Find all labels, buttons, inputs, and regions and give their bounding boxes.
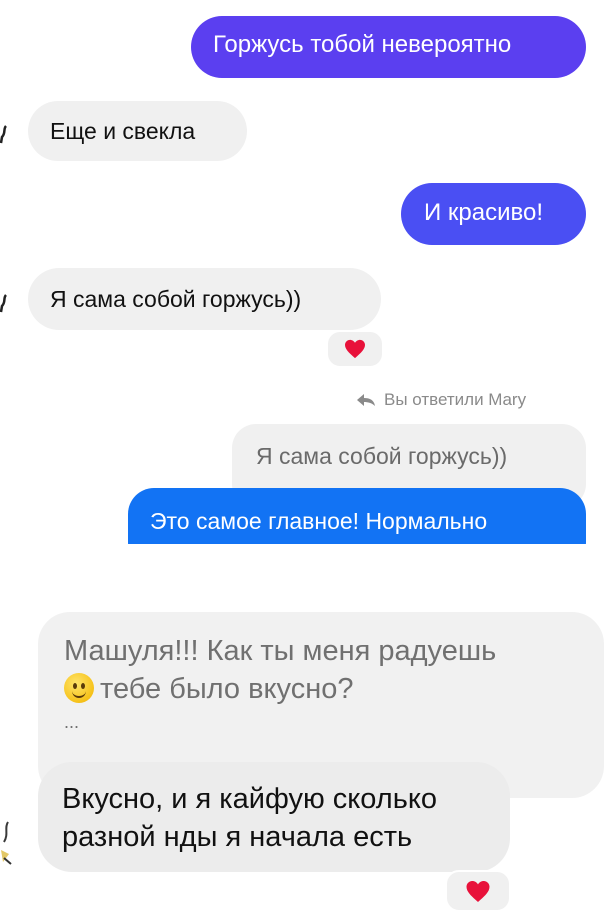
smiling-face-icon (64, 673, 94, 703)
message-text-2: разной нды я начала есть (62, 821, 413, 853)
quoted-ellipsis: ... (64, 712, 80, 732)
message-outgoing-reply[interactable]: Это самое главное! Нормально (128, 488, 586, 544)
heart-icon (466, 880, 490, 902)
heart-reaction[interactable] (445, 870, 511, 912)
reply-bubble-clip: Это самое главное! Нормально (0, 0, 616, 544)
quoted-line-2: тебе было вкусно? (64, 670, 604, 708)
avatar (0, 818, 12, 868)
message-incoming[interactable]: Вкусно, и я кайфую сколько разной нды я … (38, 762, 510, 872)
message-text: Вкусно, и я кайфую сколько (62, 783, 437, 815)
quoted-line: Машуля!!! Как ты меня радуешь (64, 635, 497, 667)
quoted-text: тебе было вкусно? (100, 673, 354, 705)
message-text: Это самое главное! Нормально (150, 508, 488, 534)
